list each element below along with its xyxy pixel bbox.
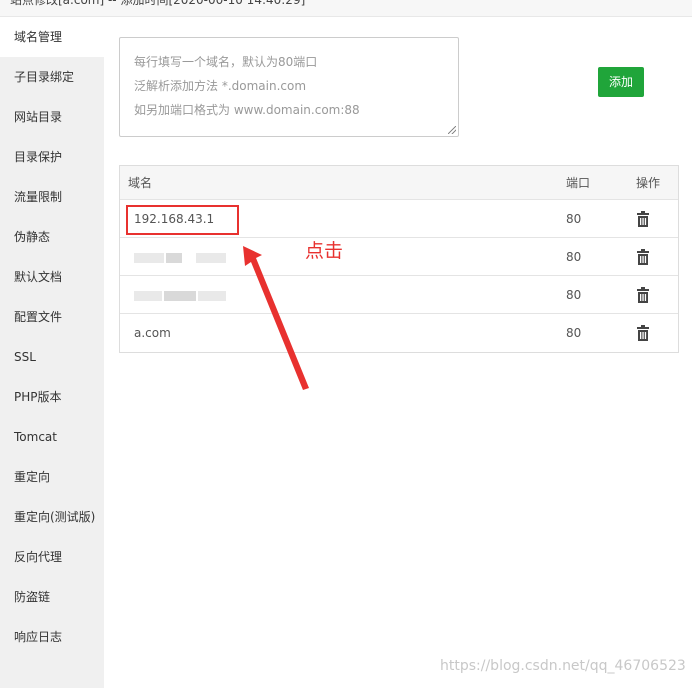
placeholder-line: 每行填写一个域名，默认为80端口 xyxy=(134,55,318,69)
port-cell: 80 xyxy=(566,250,582,264)
sidebar-item-config-file[interactable]: 配置文件 xyxy=(0,297,104,337)
sidebar-item-rewrite[interactable]: 伪静态 xyxy=(0,217,104,257)
table-row: 192.168.43.1 80 xyxy=(120,200,678,238)
sidebar-item-tomcat[interactable]: Tomcat xyxy=(0,417,104,457)
sidebar-item-redirect-beta[interactable]: 重定向(测试版) xyxy=(0,497,104,537)
sidebar-item-response-log[interactable]: 响应日志 xyxy=(0,617,104,657)
sidebar: 域名管理 子目录绑定 网站目录 目录保护 流量限制 伪静态 默认文档 配置文件 … xyxy=(0,17,104,688)
trash-icon[interactable] xyxy=(636,249,650,265)
resize-handle-icon[interactable] xyxy=(448,126,456,134)
table-row: 80 xyxy=(120,238,678,276)
trash-icon[interactable] xyxy=(636,211,650,227)
trash-icon[interactable] xyxy=(636,325,650,341)
sidebar-item-directory-protection[interactable]: 目录保护 xyxy=(0,137,104,177)
sidebar-item-php-version[interactable]: PHP版本 xyxy=(0,377,104,417)
port-cell: 80 xyxy=(566,288,582,302)
placeholder-line: 如另加端口格式为 www.domain.com:88 xyxy=(134,103,360,117)
trash-icon[interactable] xyxy=(636,287,650,303)
click-annotation-label: 点击 xyxy=(305,240,344,262)
sidebar-item-subdirectory-binding[interactable]: 子目录绑定 xyxy=(0,57,104,97)
redacted-domain xyxy=(134,253,164,263)
redacted-domain xyxy=(134,291,162,301)
sidebar-item-default-document[interactable]: 默认文档 xyxy=(0,257,104,297)
domain-input[interactable]: 每行填写一个域名，默认为80端口 泛解析添加方法 *.domain.com 如另… xyxy=(119,37,459,137)
sidebar-item-reverse-proxy[interactable]: 反向代理 xyxy=(0,537,104,577)
port-cell: 80 xyxy=(566,326,582,340)
column-header-port: 端口 xyxy=(566,176,591,190)
column-header-domain: 域名 xyxy=(128,176,153,190)
column-header-action: 操作 xyxy=(636,176,661,190)
sidebar-item-domain-management[interactable]: 域名管理 xyxy=(0,17,104,57)
sidebar-item-hotlink-protection[interactable]: 防盗链 xyxy=(0,577,104,617)
add-button[interactable]: 添加 xyxy=(598,67,644,97)
redacted-domain xyxy=(198,291,226,301)
placeholder-line: 泛解析添加方法 *.domain.com xyxy=(134,79,307,93)
window-title-strip: 站点修改[a.com] -- 添加时间[2020-00-10 14:40:29] xyxy=(0,0,692,17)
table-header: 域名 端口 操作 xyxy=(120,166,678,200)
domain-cell: 192.168.43.1 xyxy=(134,212,215,226)
port-cell: 80 xyxy=(566,212,582,226)
redacted-domain xyxy=(166,253,182,263)
redacted-domain xyxy=(196,253,226,263)
sidebar-item-redirect[interactable]: 重定向 xyxy=(0,457,104,497)
sidebar-item-ssl[interactable]: SSL xyxy=(0,337,104,377)
domain-table: 域名 端口 操作 192.168.43.1 80 80 80 a.com 80 xyxy=(119,165,679,353)
sidebar-item-traffic-limit[interactable]: 流量限制 xyxy=(0,177,104,217)
domain-cell: a.com xyxy=(134,326,171,340)
window-title: 站点修改[a.com] -- 添加时间[2020-00-10 14:40:29] xyxy=(10,0,306,7)
watermark: https://blog.csdn.net/qq_46706523 xyxy=(440,658,686,674)
sidebar-item-site-directory[interactable]: 网站目录 xyxy=(0,97,104,137)
table-row: 80 xyxy=(120,276,678,314)
table-row: a.com 80 xyxy=(120,314,678,352)
redacted-domain xyxy=(164,291,196,301)
